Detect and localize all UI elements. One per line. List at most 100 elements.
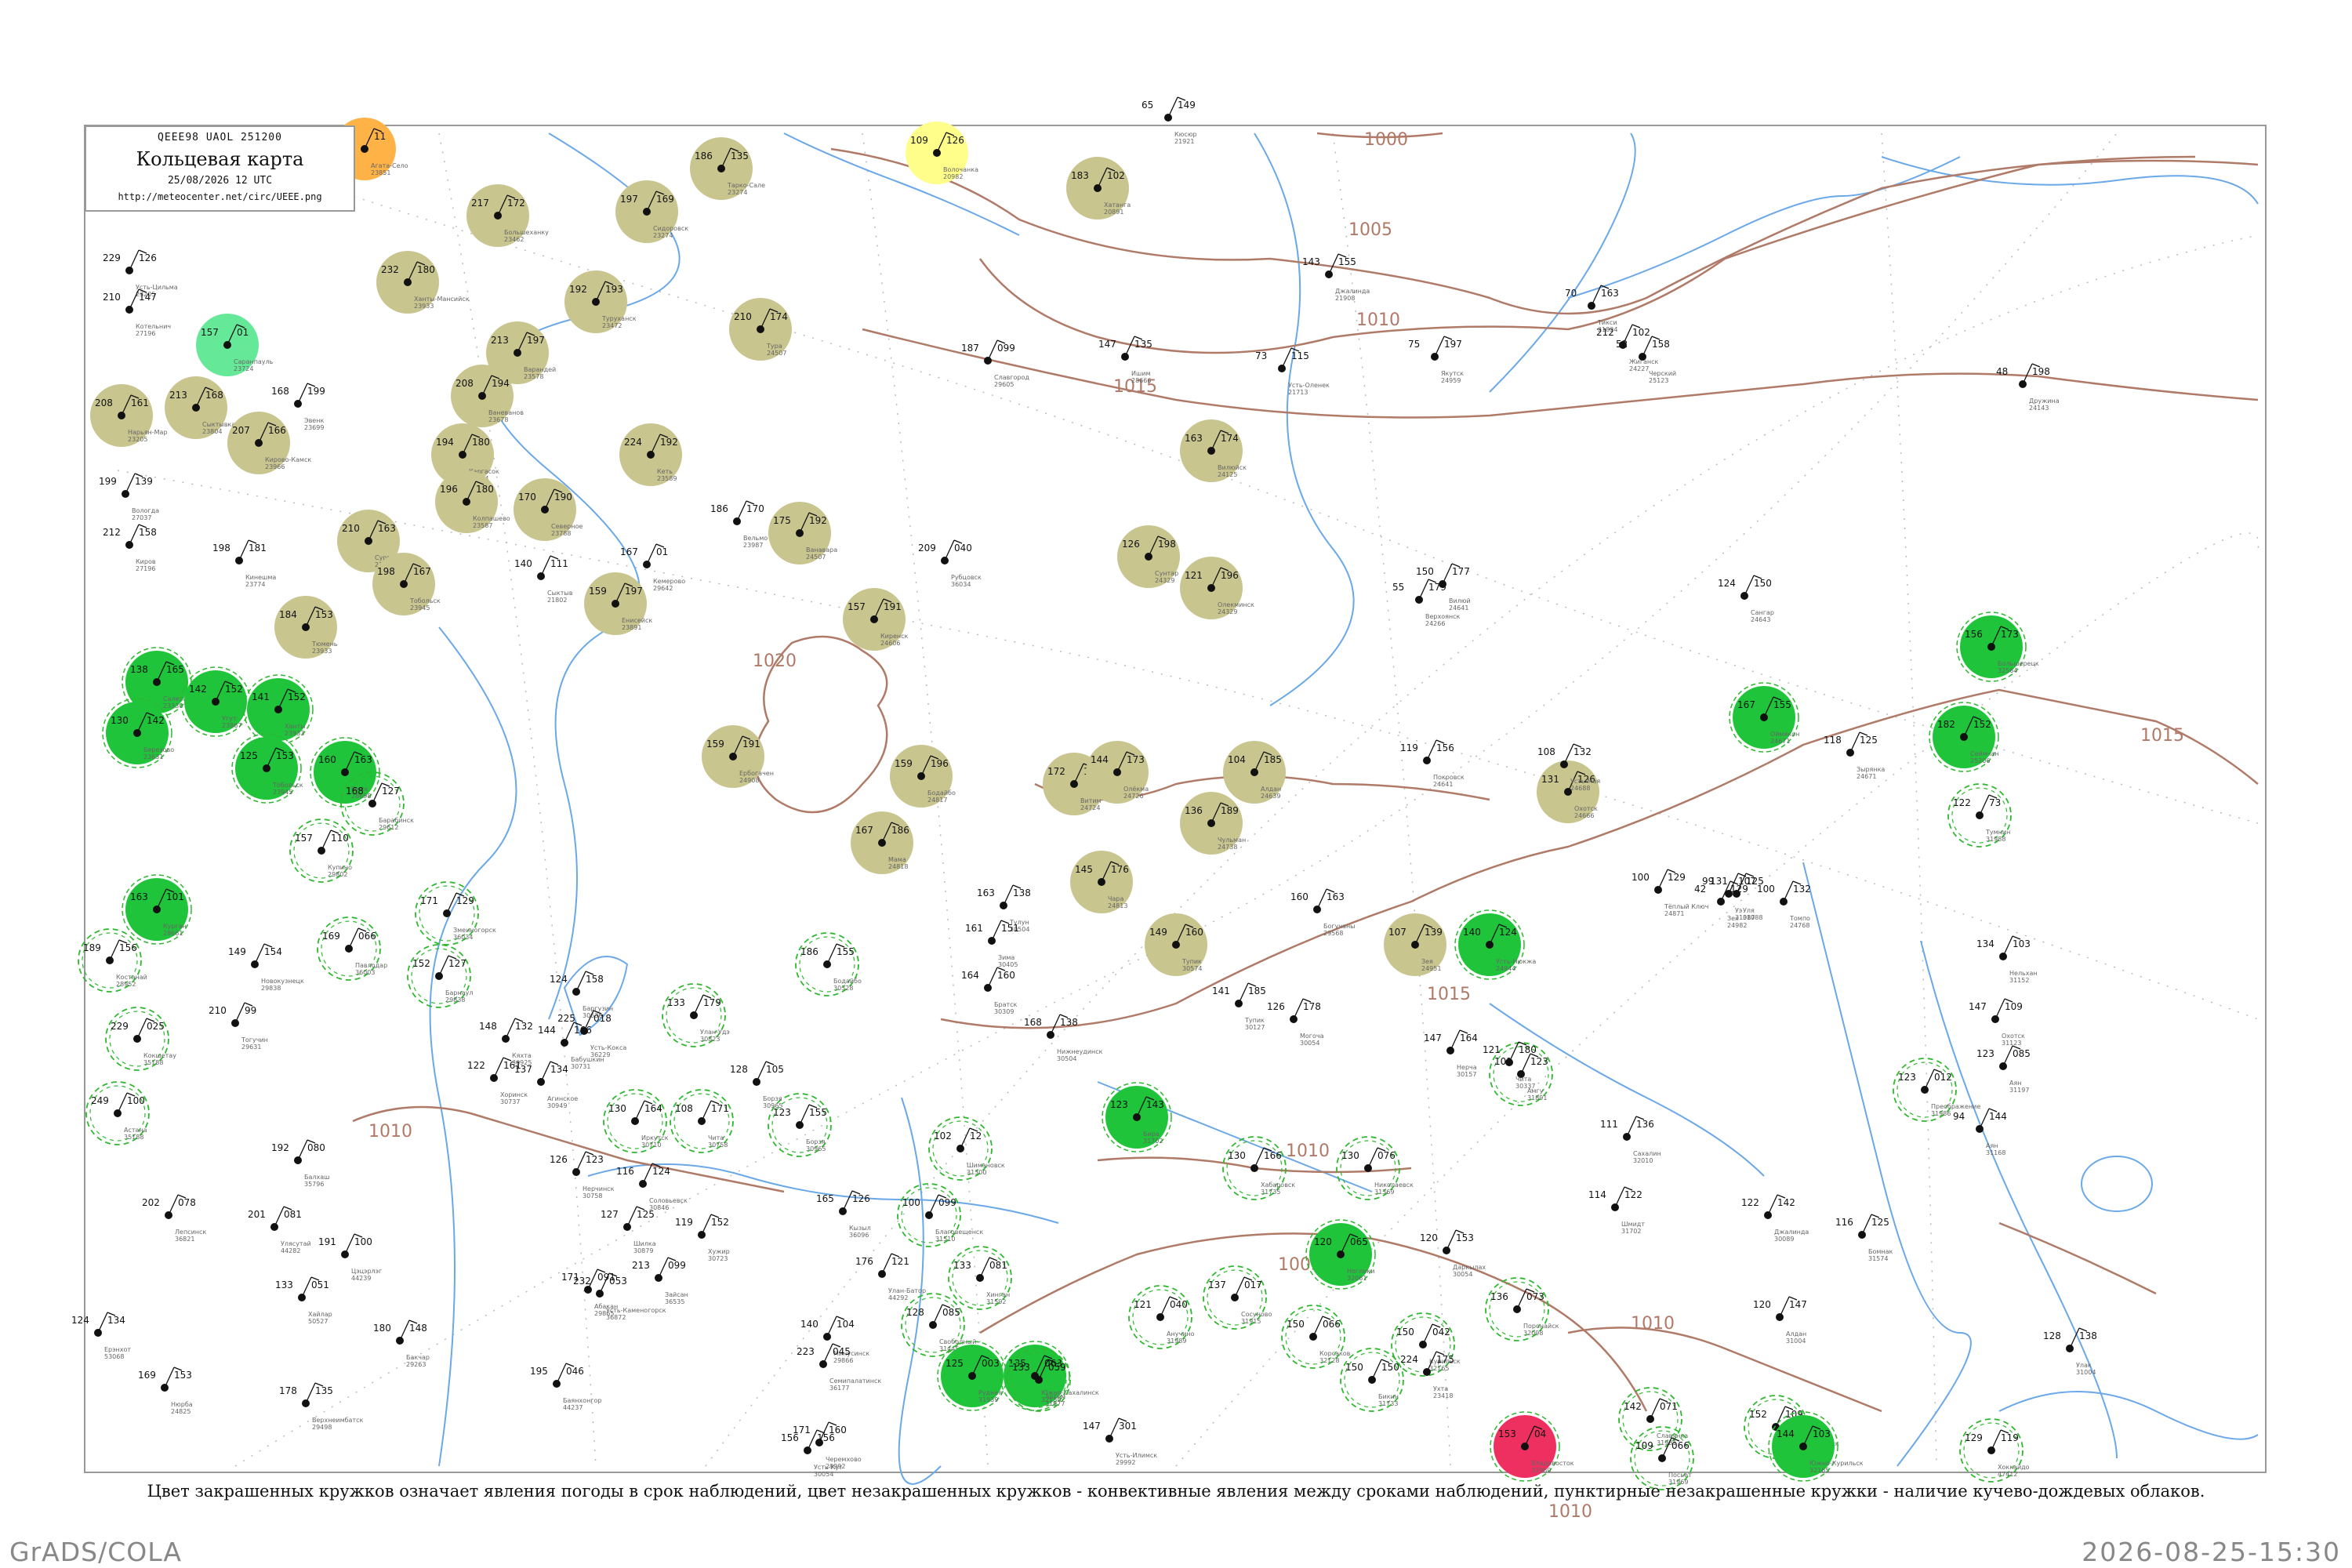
station-id: 23699 <box>304 424 324 431</box>
station-temp: 131 <box>1541 774 1559 785</box>
station-pressure: 164 <box>644 1103 662 1114</box>
station-id: 23966 <box>265 463 285 470</box>
station-temp: 153 <box>1498 1428 1516 1439</box>
station-pressure: 132 <box>1573 746 1592 757</box>
station-temp: 102 <box>934 1131 952 1142</box>
station-id: 29838 <box>445 996 465 1004</box>
station-68[interactable]: 123 143 Бира31702 <box>1102 1082 1172 1152</box>
station-32[interactable]: 104 185 Алдан24639 <box>1223 741 1286 804</box>
station-41[interactable]: 167 155 Оймякон24671 <box>1729 682 1799 753</box>
station-id: 36535 <box>665 1298 684 1305</box>
station-pressure: 180 <box>472 437 490 448</box>
station-id: 31004 <box>1786 1338 1806 1345</box>
station-43[interactable]: 182 152 Сеймчан25206 <box>1929 702 1999 772</box>
station-name: Киренск <box>880 633 909 640</box>
station-temp: 141 <box>1212 985 1230 996</box>
station-id: 31939 <box>978 1396 998 1403</box>
station-id: 32098 <box>1523 1330 1543 1337</box>
station-name: Баргузин <box>583 1005 613 1012</box>
station-temp: 224 <box>624 437 642 448</box>
station-id: 24738 <box>1218 844 1237 851</box>
station-pressure: 099 <box>668 1260 686 1271</box>
station-name: Мама <box>888 856 906 863</box>
station-34[interactable]: 167 186 Мама24818 <box>851 811 913 874</box>
station-id: 21713 <box>1288 389 1308 396</box>
station-36[interactable]: 149 160 Тупик30574 <box>1145 913 1207 976</box>
station-temp: 124 <box>1718 578 1736 589</box>
station-temp: 55 <box>1392 582 1404 593</box>
station-id: 24227 <box>1629 365 1649 372</box>
station-name: Астана <box>124 1127 147 1134</box>
station-name: Нарьян-Мар <box>128 429 168 436</box>
station-temp: 213 <box>632 1260 650 1271</box>
station-temp: 128 <box>730 1064 748 1075</box>
station-id: 44239 <box>351 1275 371 1282</box>
station-pressure: 198 <box>1158 539 1176 550</box>
station-pressure: 099 <box>938 1197 956 1208</box>
station-pressure: 153 <box>315 609 333 620</box>
station-pressure: 198 <box>2032 366 2050 377</box>
station-name: Борзя <box>763 1095 782 1102</box>
station-name: Енисейск <box>622 617 652 624</box>
station-75[interactable]: 125 003 Рудная31939 <box>937 1341 1007 1411</box>
station-50[interactable]: 163 101 Курган28661 <box>122 874 192 945</box>
station-name: Охотск <box>2002 1033 2025 1040</box>
station-temp: 94 <box>1953 1111 1965 1122</box>
station-id: 29498 <box>312 1424 332 1431</box>
station-name: Кинешма <box>245 574 276 581</box>
isobar-label: 1015 <box>2140 726 2184 746</box>
station-8[interactable]: 210 174 Тура24507 <box>729 298 792 361</box>
station-id: 29992 <box>1116 1459 1135 1466</box>
station-temp: 120 <box>1420 1232 1438 1243</box>
isobar-label: 1010 <box>1631 1314 1675 1334</box>
station-temp: 107 <box>1388 927 1406 938</box>
station-name: Тупик <box>1244 1017 1265 1024</box>
station-31[interactable]: 144 173 Олёкма24726 <box>1086 741 1149 804</box>
station-temp: 142 <box>1624 1401 1642 1412</box>
station-pressure: 127 <box>382 786 400 797</box>
station-name: Благовещенск <box>935 1229 983 1236</box>
station-pressure: 191 <box>742 739 760 750</box>
station-pressure: 160 <box>997 970 1015 981</box>
station-pressure: 150 <box>1754 578 1772 589</box>
station-name: Ваневанов <box>488 409 524 416</box>
station-38[interactable]: 131 126Охотск24666 <box>1537 760 1599 823</box>
station-pressure: 139 <box>1425 927 1443 938</box>
station-temp: 161 <box>965 923 983 934</box>
station-name: Хайлар <box>308 1311 332 1318</box>
station-temp: 123 <box>1110 1099 1128 1110</box>
station-name: Улан-Батор <box>888 1287 926 1294</box>
station-id: 24818 <box>888 863 908 870</box>
station-47[interactable]: 141 152 Ханты23933 <box>243 674 314 745</box>
station-pressure: 081 <box>989 1260 1007 1271</box>
station-pressure: 071 <box>1660 1401 1678 1412</box>
station-pressure: 066 <box>1323 1319 1341 1330</box>
station-pressure: 124 <box>652 1166 670 1177</box>
station-id: 29605 <box>994 381 1014 388</box>
station-id: 24125 <box>1218 471 1237 478</box>
station-name: Шимановск <box>967 1162 1005 1169</box>
station-16[interactable]: 224 192 Кеть23589 <box>619 423 682 486</box>
station-temp: 126 <box>550 1154 568 1165</box>
station-35[interactable]: 145 176 Чара24813 <box>1070 851 1133 913</box>
station-name: Николаевск <box>1374 1181 1414 1189</box>
station-pressure: 172 <box>507 198 525 209</box>
footer-credit: GrADS/COLA <box>9 1537 182 1567</box>
station-37[interactable]: 107 139 Зея24951 <box>1384 913 1446 976</box>
source-url[interactable]: http://meteocenter.net/circ/UEEE.png <box>86 191 354 202</box>
station-pressure: 126 <box>946 135 964 146</box>
station-22[interactable]: 126 198 Сунтар24329 <box>1117 525 1180 588</box>
station-71[interactable]: 120 065 Ноглики32061 <box>1305 1219 1376 1290</box>
station-46[interactable]: 142 152 Угут23867 <box>180 666 251 737</box>
station-name: Хоккайдо <box>1998 1464 2030 1471</box>
footer-timestamp: 2026-08-25-15:30 <box>2082 1537 2341 1567</box>
station-name: Соловьевск <box>649 1197 688 1204</box>
station-id: 36034 <box>951 581 971 588</box>
station-id: 53068 <box>104 1353 124 1360</box>
station-name: Хатанга <box>1104 201 1131 209</box>
station-pressure: 192 <box>660 437 678 448</box>
station-id: 31123 <box>2002 1040 2021 1047</box>
station-name: Аян <box>1986 1142 1998 1149</box>
station-id: 44282 <box>281 1247 300 1254</box>
station-name: Котельнич <box>136 323 171 330</box>
